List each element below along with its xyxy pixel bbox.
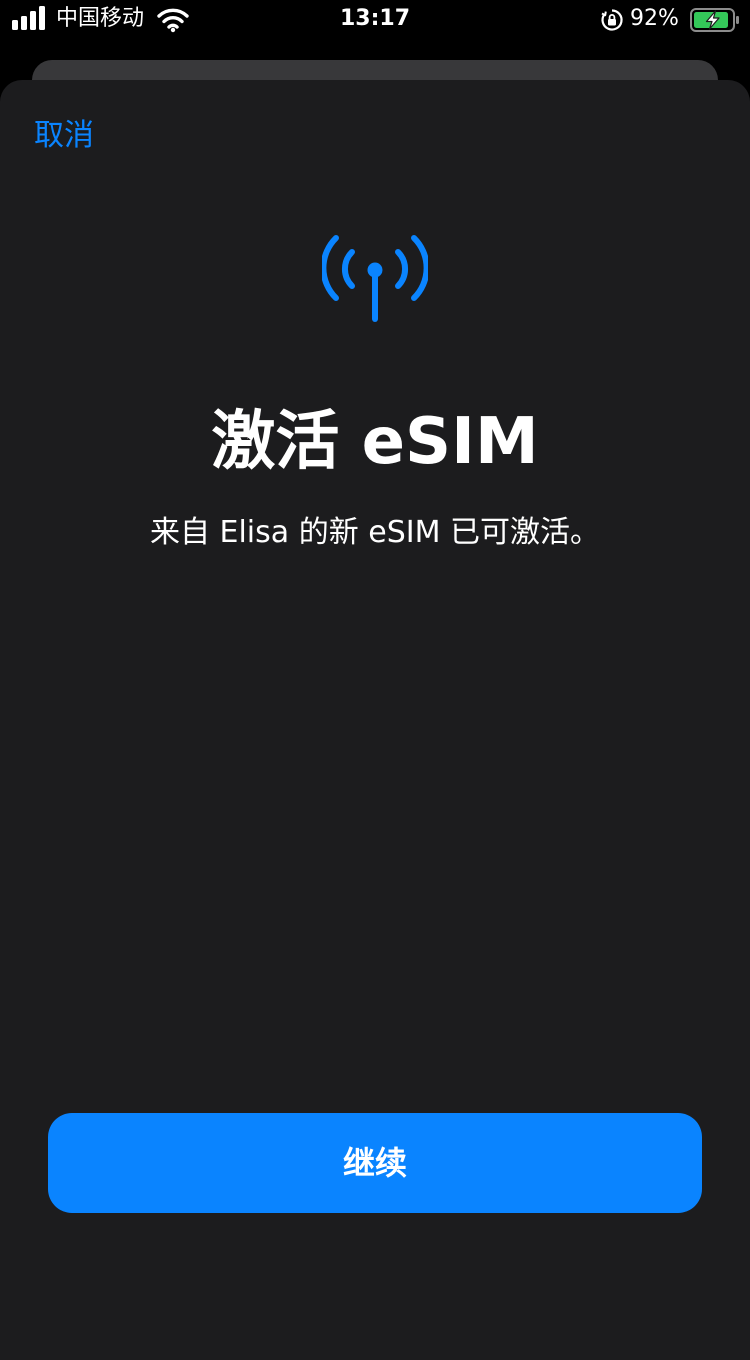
antenna-radiowaves-icon xyxy=(322,235,428,322)
status-bar: 中国移动 13:17 92% xyxy=(0,0,750,40)
page-title: 激活 eSIM xyxy=(211,405,539,479)
activation-description: 来自 Elisa 的新 eSIM 已可激活。 xyxy=(149,515,600,550)
continue-button-label: 继续 xyxy=(342,1144,407,1182)
continue-button[interactable]: 继续 xyxy=(48,1113,702,1213)
battery-percentage: 92% xyxy=(630,6,679,31)
orientation-lock-icon xyxy=(601,9,623,31)
cancel-button[interactable]: 取消 xyxy=(34,116,94,156)
battery-charging-icon xyxy=(690,8,739,32)
